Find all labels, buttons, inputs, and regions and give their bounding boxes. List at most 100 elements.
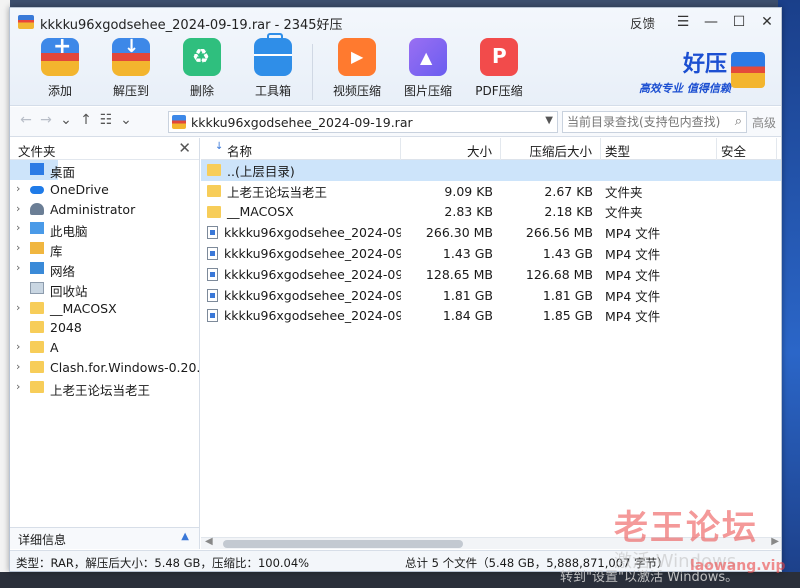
library-icon xyxy=(30,242,44,255)
folder-panel: 文件夹 ✕ 桌面 › OneDrive › Administrator › 此电脑 ›… xyxy=(10,138,216,549)
column-header-compressed[interactable]: 压缩后大小 xyxy=(501,138,601,160)
expand-chevron-icon[interactable]: › xyxy=(16,202,20,215)
table-row[interactable]: kkkku96xgodsehee_2024-09... 1.84 GB 1.85… xyxy=(201,306,781,327)
toolbox-button[interactable]: 工具箱 xyxy=(241,33,305,100)
view-dropdown-icon[interactable]: ⌄ xyxy=(116,112,136,128)
recycle-bin-icon xyxy=(30,281,44,294)
search-box: ⌕ xyxy=(562,111,747,133)
search-icon[interactable]: ⌕ xyxy=(735,114,742,129)
image-compress-button[interactable]: 图片压缩 xyxy=(396,38,460,100)
video-file-icon xyxy=(207,226,218,240)
tree-item-a[interactable]: › A xyxy=(10,338,199,358)
delete-button[interactable]: 删除 xyxy=(170,38,234,100)
maximize-button[interactable]: ☐ xyxy=(725,8,753,36)
expand-chevron-icon[interactable]: › xyxy=(16,340,20,353)
pdf-compress-button[interactable]: PDF压缩 xyxy=(467,38,531,100)
title-bar[interactable]: kkkku96xgodsehee_2024-09-19.rar - 2345好压… xyxy=(10,8,781,36)
video-file-icon xyxy=(207,267,218,281)
folder-icon xyxy=(207,205,221,218)
window-title: kkkku96xgodsehee_2024-09-19.rar - 2345好压 xyxy=(40,18,343,33)
details-toggle[interactable]: 详细信息 ▲ xyxy=(10,527,199,549)
archive-info: 类型：RAR，解压后大小：5.48 GB，压缩比：100.04% xyxy=(16,556,310,570)
menu-icon[interactable]: ☰ xyxy=(669,8,697,36)
brand-slogan: 高效专业 值得信赖 xyxy=(639,82,731,95)
table-row[interactable]: kkkku96xgodsehee_2024-09... 1.81 GB 1.81… xyxy=(201,285,781,306)
table-row[interactable]: kkkku96xgodsehee_2024-09... 266.30 MB 26… xyxy=(201,222,781,243)
up-arrow-icon[interactable]: ↑ xyxy=(76,112,96,128)
table-row[interactable]: kkkku96xgodsehee_2024-09... 1.43 GB 1.43… xyxy=(201,243,781,264)
table-row[interactable]: __MACOSX 2.83 KB 2.18 KB 文件夹 xyxy=(201,202,781,223)
add-button[interactable]: 添加 xyxy=(28,34,92,100)
tree-item-onedrive[interactable]: › OneDrive xyxy=(10,180,199,200)
window-controls: 反馈 ☰ — ☐ ✕ xyxy=(630,8,781,36)
expand-chevron-icon[interactable]: › xyxy=(16,221,20,234)
scroll-thumb[interactable] xyxy=(223,540,463,548)
collapse-up-icon[interactable]: ▲ xyxy=(181,531,189,542)
brand-name: 好压 xyxy=(683,52,728,77)
tree-item-macosx[interactable]: › __MACOSX xyxy=(10,299,199,319)
folder-icon xyxy=(30,341,44,354)
expand-chevron-icon[interactable]: › xyxy=(16,261,20,274)
tree-item-library[interactable]: › 库 xyxy=(10,239,199,259)
expand-chevron-icon[interactable]: › xyxy=(16,360,20,373)
file-list: ↓ 名称 大小 压缩后大小 类型 安全 ..(上层目录) 上老王论坛当老王 9.0… xyxy=(201,138,781,549)
app-logo-icon xyxy=(18,15,34,29)
archive-icon xyxy=(172,115,186,129)
folder-tree: 桌面 › OneDrive › Administrator › 此电脑 › 库 › 网络 … xyxy=(10,160,216,398)
minimize-button[interactable]: — xyxy=(697,8,725,36)
expand-chevron-icon[interactable]: › xyxy=(16,301,20,314)
column-header-type[interactable]: 类型 xyxy=(601,138,717,160)
table-row[interactable]: 上老王论坛当老王 9.09 KB 2.67 KB 文件夹 xyxy=(201,181,781,202)
pdf-icon xyxy=(480,38,518,76)
history-dropdown-icon[interactable]: ⌄ xyxy=(56,112,76,128)
tree-item-desktop[interactable]: 桌面 xyxy=(10,160,75,180)
table-row-parent-dir[interactable]: ..(上层目录) xyxy=(201,160,781,181)
extract-icon xyxy=(112,36,150,76)
tree-item-laowang[interactable]: › 上老王论坛当老王 xyxy=(10,378,199,398)
video-file-icon xyxy=(207,309,218,323)
address-bar: ← → ⌄ ↑ ☷ ⌄ kkkku96xgodsehee_2024-09-19.… xyxy=(10,107,781,137)
scroll-left-icon[interactable]: ◀ xyxy=(205,536,213,547)
extract-to-button[interactable]: 解压到 xyxy=(99,36,163,100)
expand-chevron-icon[interactable]: › xyxy=(16,380,20,393)
tree-item-this-pc[interactable]: › 此电脑 xyxy=(10,219,199,239)
view-mode-icon[interactable]: ☷ xyxy=(96,112,116,128)
video-file-icon xyxy=(207,247,218,261)
add-icon xyxy=(41,34,79,76)
close-button[interactable]: ✕ xyxy=(753,8,781,36)
recycle-icon xyxy=(183,38,221,76)
table-row[interactable]: kkkku96xgodsehee_2024-09... 128.65 MB 12… xyxy=(201,264,781,285)
path-dropdown-icon[interactable]: ▼ xyxy=(545,115,553,126)
archive-window: kkkku96xgodsehee_2024-09-19.rar - 2345好压… xyxy=(9,7,782,572)
tree-item-clash[interactable]: › Clash.for.Windows-0.20.16 xyxy=(10,358,216,378)
column-header-security[interactable]: 安全 xyxy=(717,138,777,160)
tree-item-administrator[interactable]: › Administrator xyxy=(10,200,199,220)
folder-panel-title: 文件夹 xyxy=(18,144,56,159)
path-text: kkkku96xgodsehee_2024-09-19.rar xyxy=(191,115,413,130)
back-arrow-icon[interactable]: ← xyxy=(16,112,36,128)
path-field[interactable]: kkkku96xgodsehee_2024-09-19.rar ▼ xyxy=(168,111,558,133)
folder-icon xyxy=(30,301,44,314)
image-icon xyxy=(409,38,447,76)
folder-icon xyxy=(30,321,44,334)
video-compress-button[interactable]: 视频压缩 xyxy=(325,38,389,100)
cloud-icon xyxy=(30,185,44,194)
folder-panel-header: 文件夹 ✕ xyxy=(10,138,199,160)
column-header-name[interactable]: ↓ 名称 xyxy=(201,138,401,160)
folder-icon xyxy=(30,380,44,393)
close-panel-icon[interactable]: ✕ xyxy=(178,139,191,157)
expand-chevron-icon[interactable]: › xyxy=(16,182,20,195)
user-icon xyxy=(30,202,44,215)
tree-item-recycle-bin[interactable]: 回收站 xyxy=(10,279,199,299)
toolbar: 添加 解压到 删除 工具箱 视频压缩 图片压缩 xyxy=(28,33,538,100)
column-header-size[interactable]: 大小 xyxy=(401,138,501,160)
search-input[interactable] xyxy=(563,112,723,132)
video-file-icon xyxy=(207,288,218,302)
feedback-link[interactable]: 反馈 xyxy=(630,13,655,32)
advanced-search-link[interactable]: 高级 xyxy=(752,114,776,131)
forward-arrow-icon[interactable]: → xyxy=(36,112,56,128)
scroll-right-icon[interactable]: ▶ xyxy=(771,536,779,547)
tree-item-network[interactable]: › 网络 xyxy=(10,259,199,279)
expand-chevron-icon[interactable]: › xyxy=(16,241,20,254)
tree-item-2048[interactable]: 2048 xyxy=(10,318,199,338)
